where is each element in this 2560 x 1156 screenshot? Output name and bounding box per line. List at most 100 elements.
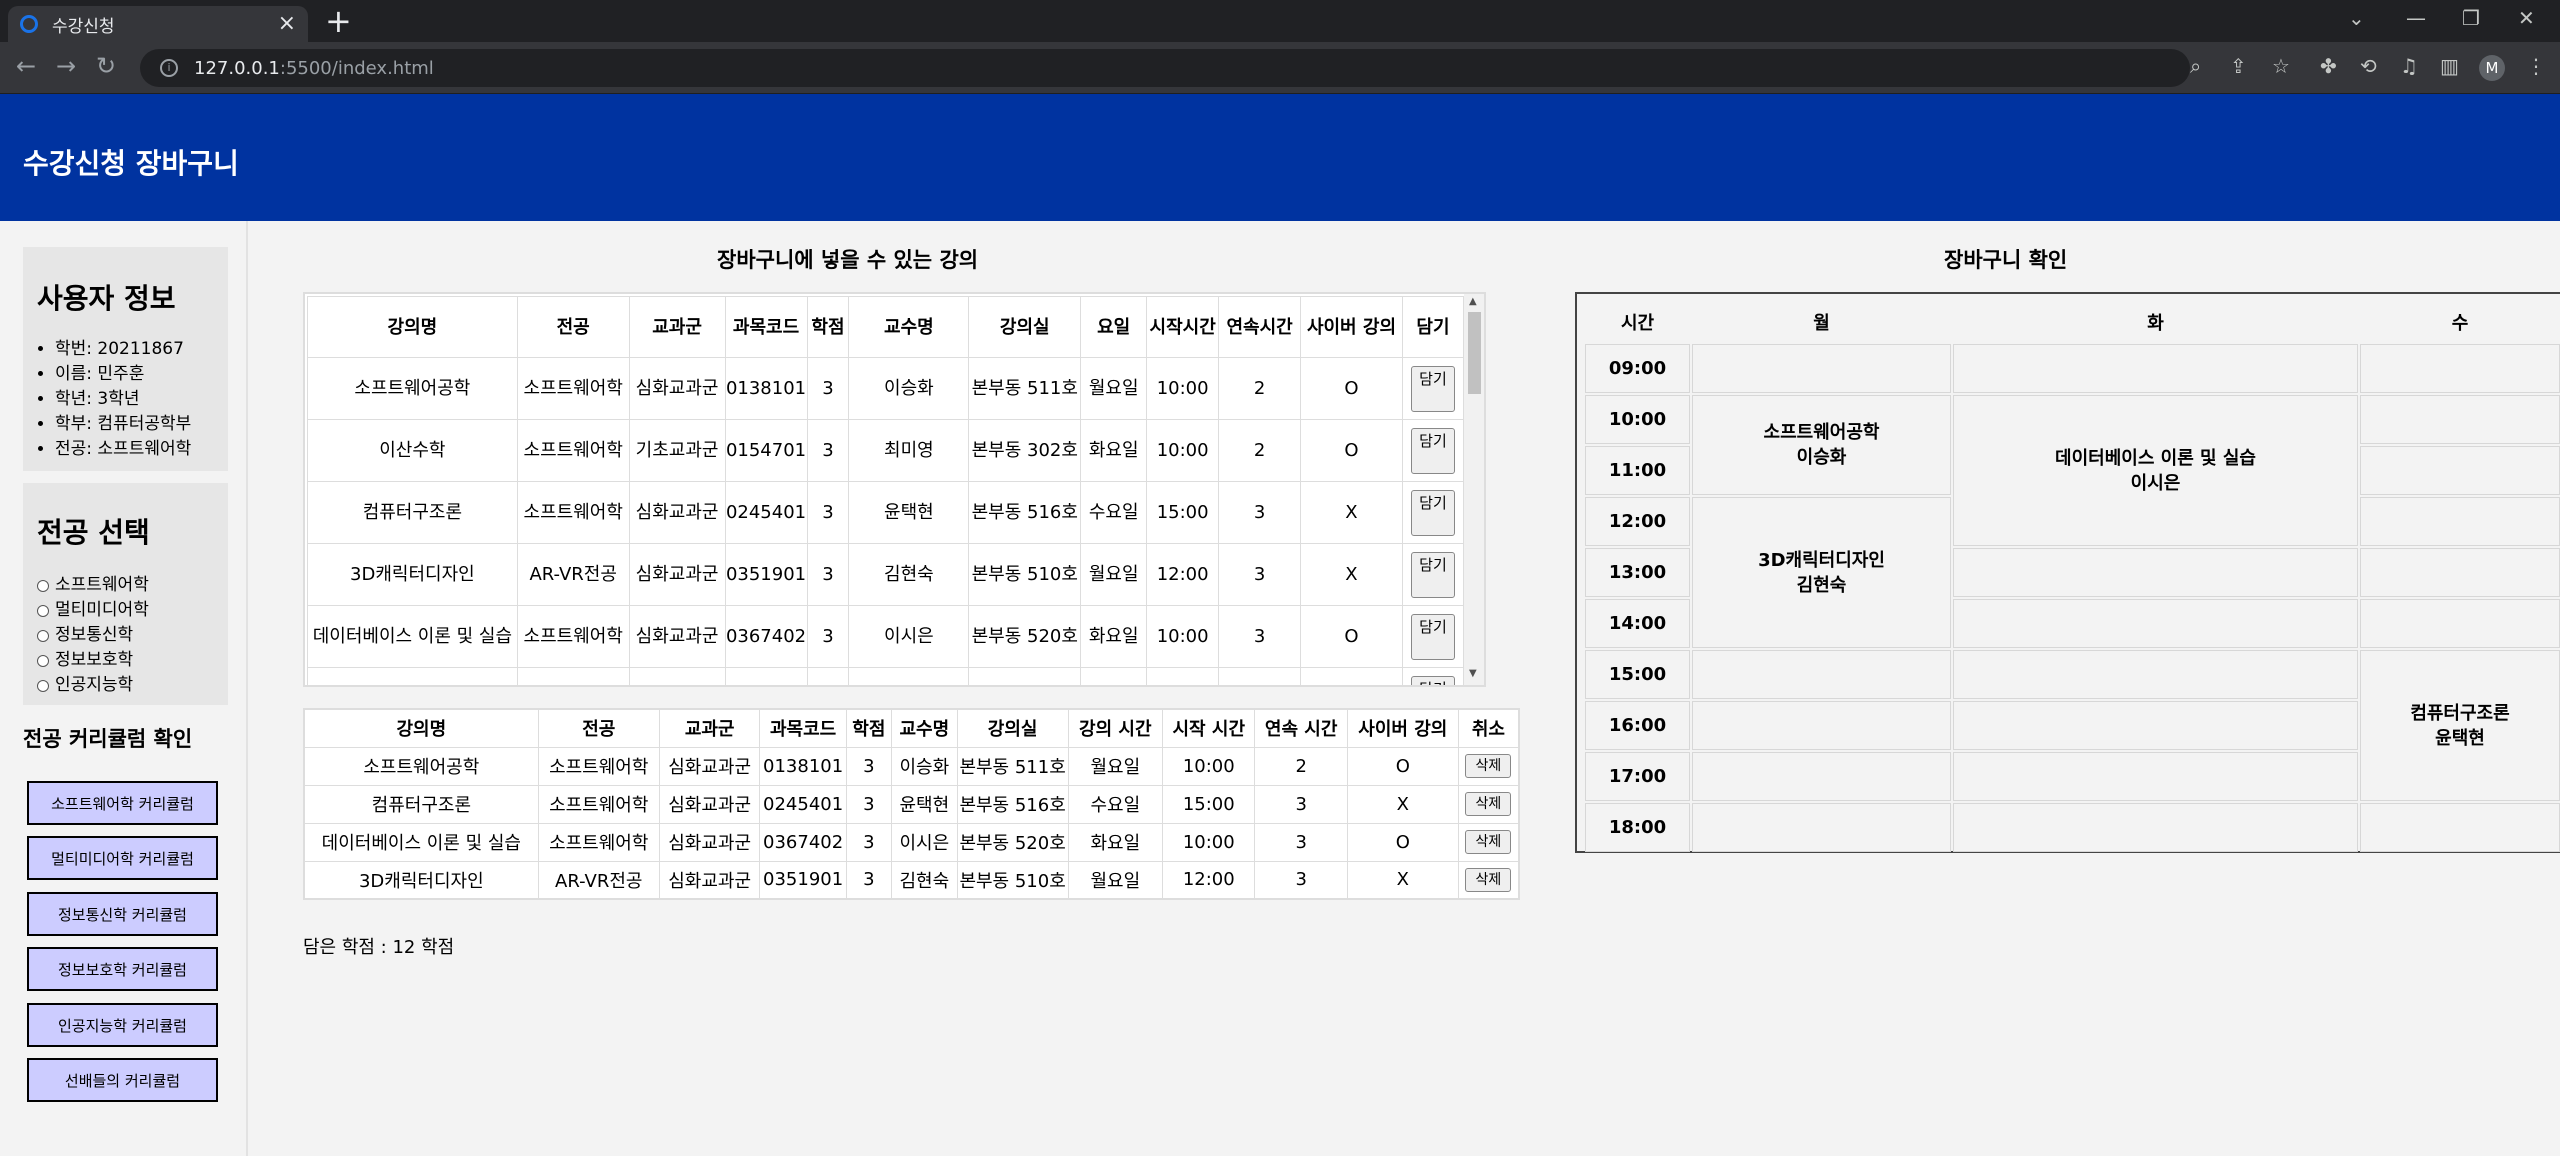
major-option[interactable]: 정보보호학 [37,648,214,673]
radio-button[interactable] [37,604,49,617]
total-credits: 담은 학점 : 12 학점 [303,937,455,958]
add-to-cart-button[interactable]: 담기 [1410,675,1455,685]
course-scrollbar[interactable]: ▲ ▼ [1464,294,1484,685]
schedule-header-mon: 월 [1813,313,1830,334]
course-cell: 최미영 [848,419,970,482]
course-cell: 소프트웨어학 [516,357,630,420]
cart-cell: 3D캐릭터디자인 [303,860,539,900]
major-option[interactable]: 인공지능학 [37,673,214,698]
course-cell [1146,667,1220,685]
cart-cell: 본부동 516호 [956,784,1069,824]
zoom-icon[interactable]: ⌕ [2190,54,2201,78]
add-to-cart-button[interactable]: 담기 [1410,365,1455,412]
cart-cell: 데이터베이스 이론 및 실습 [303,822,539,862]
schedule-cell [2360,548,2560,597]
curriculum-button-security[interactable]: 정보보호학 커리큘럼 [27,947,218,991]
radio-button[interactable] [37,629,49,642]
course-table: 강의명 전공 교과군 과목코드 학점 교수명 강의실 요일 시작시간 연속시간 사이버 강의 담기 소… [307,296,1465,685]
time-slot: 09:00 [1585,344,1690,393]
cart-cell: 3 [1254,784,1348,824]
course-cell: 본부동 302호 [968,419,1082,482]
delete-button[interactable]: 삭제 [1465,754,1512,778]
page-title: 수강신청 장바구니 [23,147,239,180]
delete-button[interactable]: 삭제 [1465,867,1512,892]
major-option[interactable]: 정보통신학 [37,623,214,648]
course-cell: 심화교과군 [628,357,726,420]
url-field[interactable]: i 127.0.0.1:5500/index.html [140,49,2190,87]
curriculum-button-software[interactable]: 소프트웨어학 커리큘럼 [27,781,218,825]
tab-search-icon[interactable]: ⌄ [2348,6,2365,30]
cart-cell: O [1346,746,1459,786]
extensions-icon[interactable]: ✤ [2320,54,2337,78]
course-column-header: 강의명 [307,296,518,358]
course-cell: 화요일 [1080,605,1148,668]
course-column-header: 교과군 [628,296,726,358]
minimize-icon[interactable]: — [2406,6,2426,30]
add-to-cart-button[interactable]: 담기 [1410,551,1455,598]
scroll-up-icon[interactable]: ▲ [1469,296,1477,307]
add-to-cart-button[interactable]: 담기 [1410,427,1455,474]
course-list-panel[interactable]: 강의명 전공 교과군 과목코드 학점 교수명 강의실 요일 시작시간 연속시간 사이버 강의 담기 소… [303,292,1486,687]
scroll-down-icon[interactable]: ▼ [1469,668,1477,679]
courses-title: 장바구니에 넣을 수 있는 강의 [717,248,979,272]
course-row: 소프트웨어학응용교과군 본부동 520호수요일 담기 [307,667,1465,685]
reload-icon[interactable]: ↻ [96,54,116,78]
schedule-cell [1953,599,2358,648]
side-panel-icon[interactable]: ▥ [2440,54,2459,78]
course-cell: 본부동 511호 [968,357,1082,420]
cart-cell: 심화교과군 [658,860,761,900]
schedule-cell [2360,344,2560,393]
schedule-class-block: 소프트웨어공학 이승화 [1692,395,1951,495]
scrollbar-thumb[interactable] [1468,312,1481,394]
curriculum-button-seniors[interactable]: 선배들의 커리큘럼 [27,1058,218,1102]
cart-header-row: 강의명 전공 교과군 과목코드 학점 교수명 강의실 강의 시간 시작 시간 연속 시간 사이버 강… [303,708,1520,748]
course-cell: 3 [806,419,850,482]
schedule-cell [1953,701,2358,750]
cart-column-header: 교과군 [658,708,761,748]
cart-row: 소프트웨어공학 소프트웨어학 심화교과군 0138101 3 이승화 본부동 511호 월요일… [303,746,1520,786]
site-info-icon[interactable]: i [160,59,178,77]
course-cell: 3 [1218,605,1302,668]
close-window-icon[interactable]: ✕ [2518,6,2535,30]
delete-button[interactable]: 삭제 [1465,792,1512,816]
course-cell [1218,667,1302,685]
curriculum-button-ai[interactable]: 인공지능학 커리큘럼 [27,1003,218,1047]
cart-delete-cell: 삭제 [1457,822,1520,862]
schedule-cell [1953,650,2358,699]
time-slot: 10:00 [1585,395,1690,444]
course-add-cell: 담기 [1401,667,1465,685]
course-cell: 화요일 [1080,419,1148,482]
cart-cell: 12:00 [1162,860,1256,900]
curriculum-button-telecom[interactable]: 정보통신학 커리큘럼 [27,892,218,936]
add-to-cart-button[interactable]: 담기 [1410,489,1455,536]
add-to-cart-button[interactable]: 담기 [1410,613,1455,660]
course-cell [724,667,808,685]
course-row: 3D캐릭터디자인 AR-VR전공 심화교과군 0351901 3 김현숙 본부동 510호 월… [307,543,1465,606]
forward-icon[interactable]: → [56,54,76,78]
profile-avatar[interactable]: M [2479,55,2505,81]
user-grade: 학년: 3학년 [55,387,214,412]
radio-button[interactable] [37,579,49,592]
major-option[interactable]: 소프트웨어학 [37,573,214,598]
back-icon[interactable]: ← [16,54,36,78]
share-icon[interactable]: ⇪ [2230,54,2247,78]
delete-button[interactable]: 삭제 [1465,830,1512,854]
menu-icon[interactable]: ⋮ [2526,54,2546,78]
close-tab-icon[interactable]: × [278,13,296,35]
curriculum-title: 전공 커리큘럼 확인 [23,727,193,751]
sync-icon[interactable]: ⟲ [2360,54,2377,78]
curriculum-button-multimedia[interactable]: 멀티미디어학 커리큘럼 [27,836,218,880]
course-add-cell: 담기 [1401,357,1465,420]
schedule-cell [1953,803,2358,852]
browser-tab[interactable]: 수강신청 × [8,6,308,42]
radio-button[interactable] [37,654,49,667]
course-row: 데이터베이스 이론 및 실습 소프트웨어학 심화교과군 0367402 3 이시은 본부동 … [307,605,1465,668]
cart-column-header: 전공 [537,708,660,748]
radio-button[interactable] [37,679,49,692]
new-tab-icon[interactable]: + [325,4,352,38]
media-icon[interactable]: ♫ [2400,54,2418,78]
restore-icon[interactable]: ❐ [2462,6,2480,30]
course-cell: 3 [1218,481,1302,544]
bookmark-star-icon[interactable]: ☆ [2272,54,2290,78]
major-option[interactable]: 멀티미디어학 [37,598,214,623]
